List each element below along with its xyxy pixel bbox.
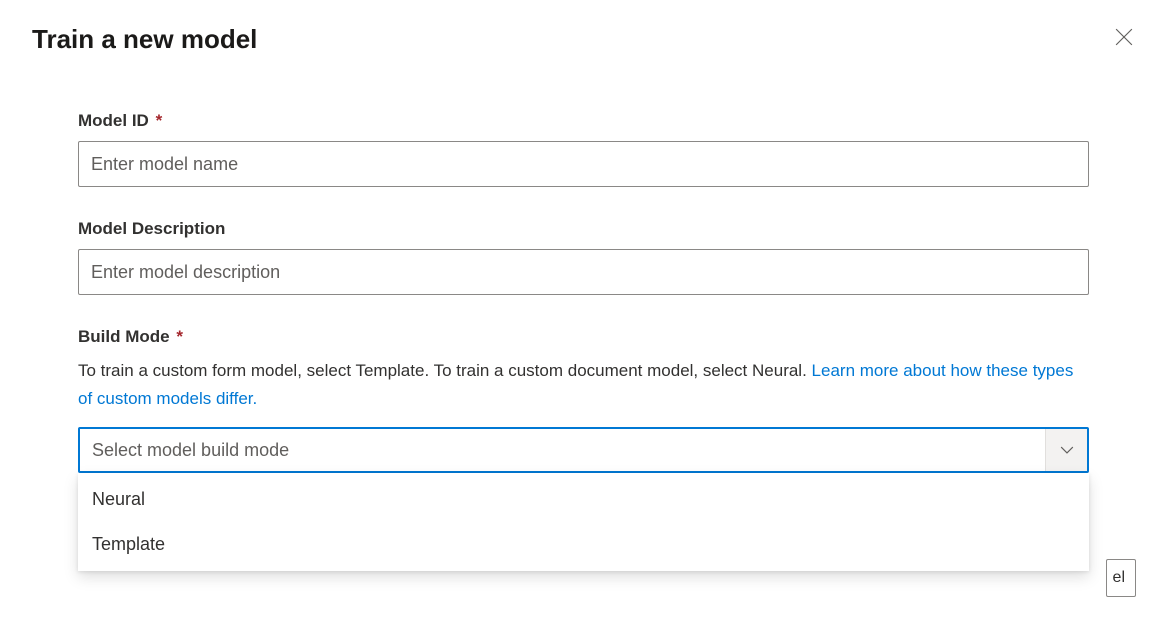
model-description-label: Model Description <box>78 219 1089 239</box>
build-mode-label-text: Build Mode <box>78 327 170 346</box>
close-icon <box>1115 28 1133 49</box>
model-id-label-text: Model ID <box>78 111 149 130</box>
required-mark: * <box>176 327 183 346</box>
form-body: Model ID * Model Description Build Mode … <box>32 55 1137 473</box>
option-neural[interactable]: Neural <box>78 477 1089 522</box>
model-id-field: Model ID * <box>78 111 1089 187</box>
build-mode-help-body: To train a custom form model, select Tem… <box>78 361 812 380</box>
required-mark: * <box>156 111 163 130</box>
build-mode-field: Build Mode * To train a custom form mode… <box>78 327 1089 473</box>
model-id-label: Model ID * <box>78 111 1089 131</box>
dialog-title: Train a new model <box>32 24 257 55</box>
build-mode-dropdown: Select model build mode Neural Template <box>78 427 1089 473</box>
build-mode-options: Neural Template <box>78 473 1089 571</box>
train-model-dialog: Train a new model Model ID * Model Descr… <box>0 0 1169 529</box>
build-mode-label: Build Mode * <box>78 327 1089 347</box>
partial-footer-button-text: el <box>1113 569 1125 587</box>
build-mode-placeholder: Select model build mode <box>92 440 289 461</box>
close-button[interactable] <box>1111 24 1137 53</box>
model-description-field: Model Description <box>78 219 1089 295</box>
build-mode-select[interactable]: Select model build mode <box>78 427 1089 473</box>
model-id-input[interactable] <box>78 141 1089 187</box>
model-description-input[interactable] <box>78 249 1089 295</box>
partial-footer-button[interactable]: el <box>1106 559 1136 597</box>
build-mode-help-text: To train a custom form model, select Tem… <box>78 357 1089 413</box>
chevron-down-icon <box>1045 429 1087 471</box>
option-template[interactable]: Template <box>78 522 1089 567</box>
dialog-header: Train a new model <box>32 24 1137 55</box>
